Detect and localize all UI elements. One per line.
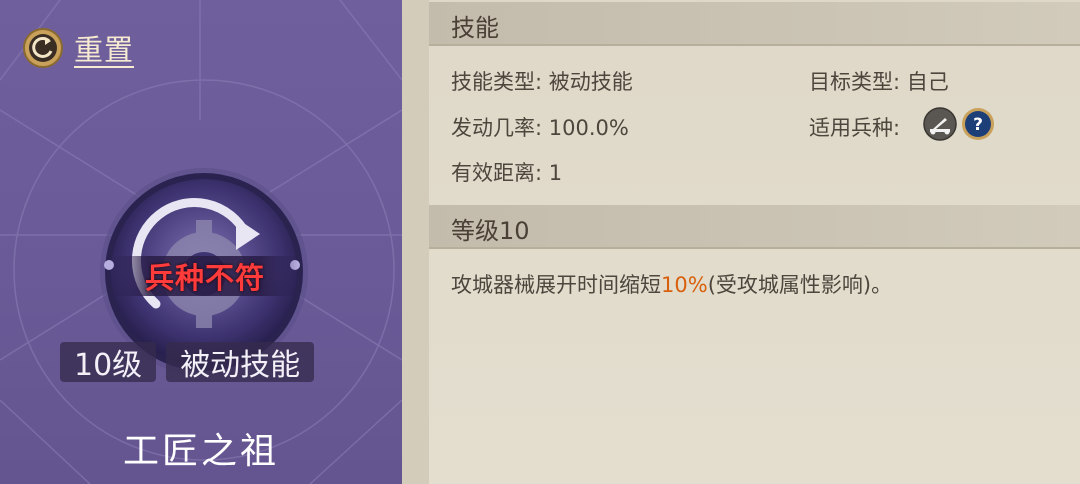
- trigger-rate-info: 发动几率: 100.0%: [451, 116, 629, 140]
- description-text: 攻城器械展开时间缩短: [451, 273, 661, 297]
- range-info: 有效距离: 1: [451, 161, 563, 185]
- description-note: (受攻城属性影响)。: [707, 273, 893, 297]
- skill-section-title: 技能: [451, 14, 499, 42]
- skill-details-panel: 技能 技能类型: 被动技能 目标类型: 自己 发动几率: 100.0% 适用兵种…: [429, 0, 1080, 484]
- skill-card-panel: 重置 兵种不符 10级 被动技能 工匠之祖: [0, 0, 402, 484]
- unit-mismatch-status: 兵种不符: [144, 261, 265, 295]
- question-mark-icon[interactable]: ?: [961, 107, 995, 141]
- applicable-unit-icons: ?: [923, 107, 995, 141]
- siege-unit-icon[interactable]: [923, 107, 957, 141]
- status-banner: 兵种不符: [112, 256, 298, 296]
- applicable-units-label: 适用兵种:: [809, 116, 901, 140]
- target-type-info: 目标类型: 自己: [809, 70, 949, 94]
- reset-circular-arrow-icon: [23, 28, 63, 68]
- reset-button[interactable]: 重置: [22, 26, 134, 70]
- panel-divider: [402, 0, 429, 484]
- level-badge: 10级: [60, 342, 157, 383]
- skill-type-info: 技能类型: 被动技能: [451, 70, 633, 94]
- reset-label: 重置: [74, 33, 135, 67]
- skill-type-badge: 被动技能: [166, 342, 315, 383]
- skill-name: 工匠之祖: [122, 431, 279, 472]
- level-section-title: 等级10: [451, 217, 530, 245]
- badge-row: 10级 被动技能: [60, 342, 315, 383]
- level-section-header: 等级10: [429, 205, 1080, 249]
- level-description: 攻城器械展开时间缩短10%(受攻城属性影响)。: [451, 269, 892, 299]
- skill-section-header: 技能: [429, 2, 1080, 46]
- description-value: 10%: [661, 273, 708, 297]
- svg-text:?: ?: [973, 115, 983, 135]
